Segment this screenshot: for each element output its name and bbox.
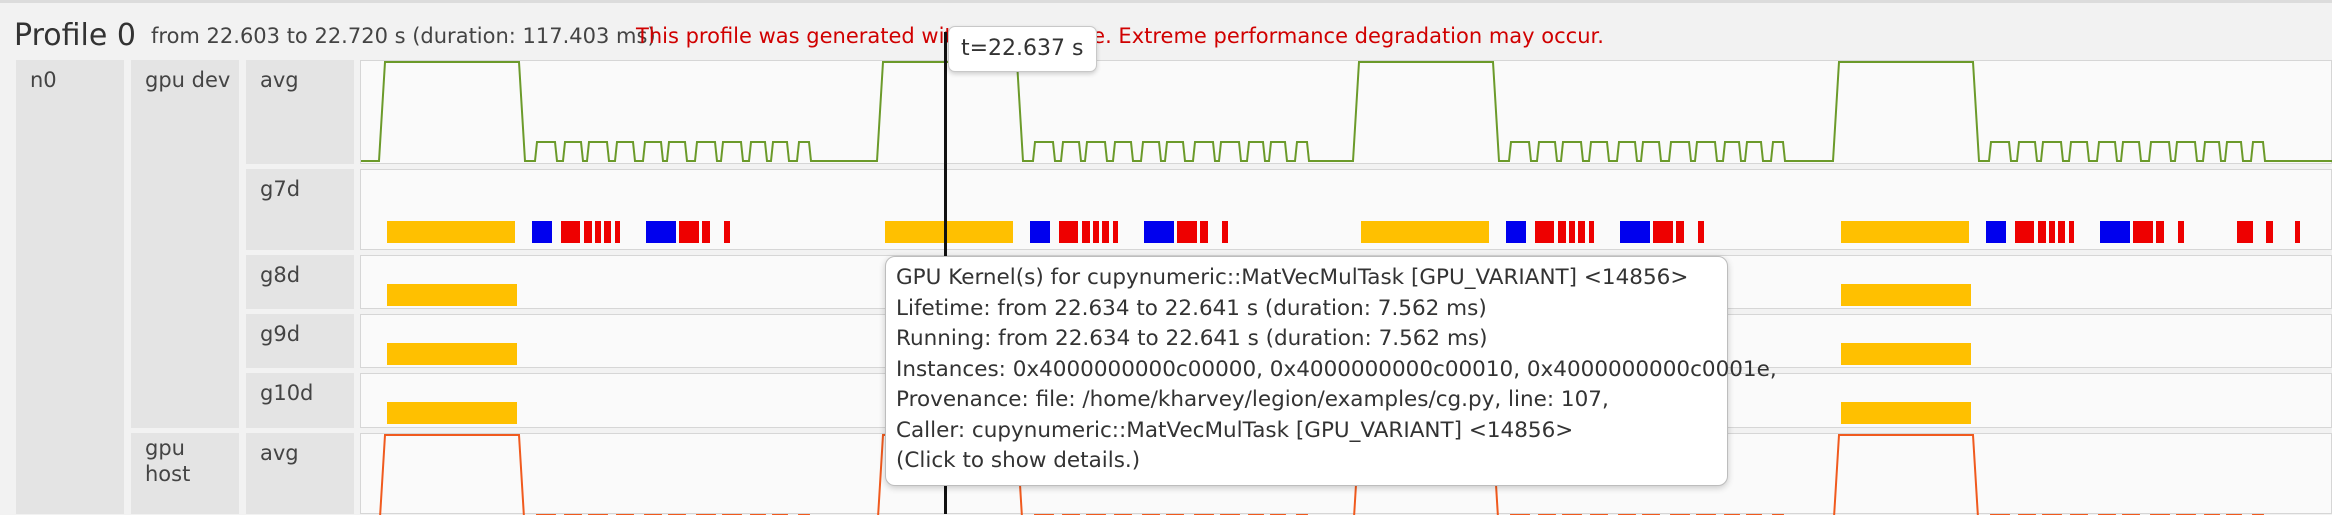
kernel-bar	[2156, 221, 2164, 243]
kernel-bar	[2038, 221, 2046, 243]
group-label-text: gpu dev	[145, 68, 231, 92]
kernel-bar	[595, 221, 601, 243]
kernel-bar	[532, 221, 552, 243]
kernel-bar	[1841, 402, 1971, 424]
track-label-text: g7d	[260, 177, 301, 201]
kernel-bar	[561, 221, 580, 243]
kernel-bar	[1059, 221, 1078, 243]
tooltip-line: GPU Kernel(s) for cupynumeric::MatVecMul…	[896, 265, 1689, 290]
tooltip-line: Caller: cupynumeric::MatVecMulTask [GPU_…	[896, 417, 1574, 443]
kernel-bar	[387, 284, 517, 306]
kernel-bar	[387, 402, 517, 424]
kernel-bar	[2237, 221, 2253, 243]
track-label-g8d[interactable]: g8d	[246, 255, 354, 309]
kernel-bar	[615, 221, 620, 243]
track-label-text: g10d	[260, 381, 314, 405]
kernel-bar	[1102, 221, 1109, 243]
kernel-bar	[1082, 221, 1090, 243]
tooltip-line: Provenance: file: /home/kharvey/legion/e…	[896, 387, 1609, 412]
kernel-bar	[1558, 221, 1566, 243]
track-label-g10d[interactable]: g10d	[246, 373, 354, 428]
kernel-bar	[1200, 221, 1208, 243]
kernel-bar	[2015, 221, 2034, 243]
group-label-line-1: gpu	[145, 436, 185, 460]
track-label-text: g8d	[260, 263, 301, 287]
kernel-bar	[646, 221, 676, 243]
kernel-bar	[679, 221, 699, 243]
group-label-gpu-dev[interactable]: gpu dev	[131, 60, 239, 428]
kernel-bar	[1841, 284, 1971, 306]
kernel-bar	[1506, 221, 1526, 243]
kernel-bar	[1653, 221, 1673, 243]
track-label-text: g9d	[260, 322, 301, 346]
time-cursor-label: t=22.637 s	[948, 26, 1097, 72]
track-label-text: avg	[260, 441, 299, 465]
track-g7d[interactable]	[360, 169, 2332, 250]
tooltip-line: Running: from 22.634 to 22.641 s (durati…	[896, 326, 1488, 351]
tooltip-line: (Click to show details.)	[896, 448, 1141, 473]
node-label-text: n0	[30, 68, 57, 92]
debug-warning: This profile was generated with debug mo…	[636, 24, 1604, 48]
kernel-bar	[387, 343, 517, 365]
kernel-bar	[604, 221, 611, 243]
kernel-bar	[1144, 221, 1174, 243]
kernel-bar	[2178, 221, 2184, 243]
kernel-bar	[1676, 221, 1684, 243]
kernel-bar	[885, 221, 1013, 243]
gpu-dev-utilization-line	[361, 61, 2332, 162]
kernel-bar	[2266, 221, 2273, 243]
top-border	[0, 0, 2332, 3]
kernel-bar	[1589, 221, 1594, 243]
kernel-bar	[1620, 221, 1650, 243]
kernel-bar	[724, 221, 730, 243]
kernel-bar	[1841, 221, 1969, 243]
kernel-bar	[1569, 221, 1575, 243]
track-label-g7d[interactable]: g7d	[246, 169, 354, 250]
kernel-bar	[1535, 221, 1554, 243]
track-label-text: avg	[260, 68, 299, 92]
kernel-bar	[2100, 221, 2130, 243]
kernel-bar	[2069, 221, 2074, 243]
track-label-g9d[interactable]: g9d	[246, 314, 354, 368]
kernel-bar	[1177, 221, 1197, 243]
tooltip-line: Instances: 0x4000000000c00000, 0x4000000…	[896, 356, 1777, 382]
kernel-bar	[1361, 221, 1489, 243]
kernel-bar	[1841, 343, 1971, 365]
kernel-bar	[1030, 221, 1050, 243]
kernel-bar	[702, 221, 710, 243]
kernel-bar	[2058, 221, 2065, 243]
kernel-bar	[1578, 221, 1585, 243]
profile-time-range: from 22.603 to 22.720 s (duration: 117.4…	[151, 24, 656, 48]
utilization-line	[361, 61, 2332, 162]
kernel-bar	[2133, 221, 2153, 243]
kernel-bar	[1113, 221, 1118, 243]
kernel-bar	[584, 221, 592, 243]
g7d-kernel-bars	[387, 221, 2300, 243]
kernel-bar	[387, 221, 515, 243]
group-label-line-2: host	[145, 462, 191, 486]
track-label-gpu-host-avg[interactable]: avg	[246, 433, 354, 514]
kernel-bar	[1986, 221, 2006, 243]
tooltip-line: Lifetime: from 22.634 to 22.641 s (durat…	[896, 295, 1487, 321]
kernel-bar	[1222, 221, 1228, 243]
group-label-gpu-host[interactable]: gpu host	[131, 433, 239, 514]
kernel-bar	[2049, 221, 2055, 243]
kernel-bar	[1698, 221, 1704, 243]
track-label-gpu-dev-avg[interactable]: avg	[246, 60, 354, 164]
kernel-bar	[2295, 221, 2300, 243]
kernel-tooltip: GPU Kernel(s) for cupynumeric::MatVecMul…	[885, 256, 1777, 486]
page-title: Profile 0	[14, 18, 136, 53]
track-gpu-dev-avg[interactable]	[360, 60, 2332, 164]
node-label-n0[interactable]: n0	[16, 60, 124, 514]
kernel-bar	[1093, 221, 1099, 243]
